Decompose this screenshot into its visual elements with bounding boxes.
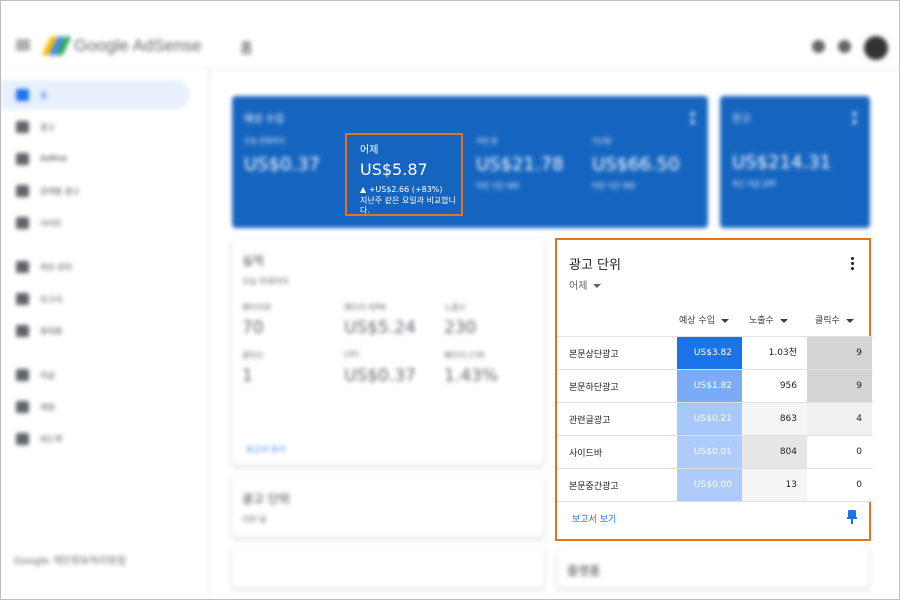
menu-icon[interactable] [16, 40, 30, 50]
table-row[interactable]: 사이드바 US$0.01 804 0 [557, 436, 873, 469]
sort-down-icon [845, 318, 854, 323]
feedback-icon [16, 433, 29, 445]
account-icon [16, 401, 29, 413]
sites-icon [16, 217, 29, 229]
payments-icon [16, 369, 29, 381]
period-dropdown[interactable]: 어제 [569, 277, 602, 292]
reports-icon [16, 293, 29, 305]
more-options-icon[interactable] [691, 112, 694, 124]
sidebar-item-home[interactable]: 홈 [0, 80, 190, 110]
metric-yesterday-highlight: 어제 US$5.87 ▲ +US$2.66 (+83%) 지난주 같은 요일과 … [345, 133, 463, 216]
sidebar-item-ads[interactable]: 광고 [0, 112, 190, 142]
view-report-link[interactable]: 보고서 보기 [572, 512, 616, 525]
sidebar-item-payments[interactable]: 지급 [0, 360, 190, 390]
table-row[interactable]: 관련글광고 US$0.21 863 4 [557, 403, 873, 436]
yesterday-label: 어제 [360, 145, 379, 156]
ad-units-title: 광고 단위 [569, 258, 621, 273]
table-row[interactable]: 본문중간광고 US$0.00 13 0 [557, 469, 873, 502]
sort-down-icon [720, 318, 729, 323]
ad-units-card: 광고 단위 어제 예상 수입 노출수 클릭수 본문상단광고 US$3.82 1.… [555, 238, 873, 541]
column-header-revenue[interactable]: 예상 수입 [679, 313, 729, 326]
ads-icon [16, 121, 29, 133]
search-icon [16, 185, 29, 197]
sidebar-item-blocking[interactable]: 차단 관리 [0, 252, 190, 282]
sidebar: 홈 광고 AdMob 검색용 광고 사이트 차단 관리 보고서 최적화 지급 계… [0, 70, 210, 600]
pin-icon[interactable] [847, 510, 857, 524]
chevron-down-icon [593, 284, 602, 288]
optimization-icon [16, 325, 29, 337]
yesterday-change: ▲ +US$2.66 (+83%) [360, 185, 443, 194]
page-title: 홈 [240, 41, 253, 57]
block-icon [16, 261, 29, 273]
more-options-icon[interactable] [851, 257, 855, 271]
yesterday-compare-note: 지난주 같은 요일과 비교합니다. [360, 196, 456, 215]
avatar[interactable] [864, 36, 888, 60]
more-options-icon[interactable] [853, 112, 856, 124]
column-header-impressions[interactable]: 노출수 [749, 313, 788, 326]
balance-title: 잔고 [732, 114, 751, 125]
sidebar-item-feedback[interactable]: 피드백 [0, 424, 190, 454]
column-header-clicks[interactable]: 클릭수 [815, 313, 854, 326]
brand-name: Google AdSense [74, 36, 202, 55]
adsense-logo-icon [41, 36, 72, 56]
sidebar-item-optimization[interactable]: 최적화 [0, 316, 190, 346]
metric-last-month: 지난달 US$66.50 이전 기간 대비 [592, 137, 680, 190]
help-icon[interactable] [812, 40, 825, 53]
platform-card: 플랫폼 [557, 548, 869, 588]
sidebar-item-admob[interactable]: AdMob [0, 144, 190, 174]
sidebar-item-account[interactable]: 계정 [0, 392, 190, 422]
metric-this-month: 이번 달 US$21.78 이전 기간 대비 [476, 137, 564, 190]
performance-title: 실적 [242, 254, 265, 268]
balance-value: US$214.31 최근 지급 금액 [732, 152, 832, 188]
estimated-earnings-card: 예상 수입 오늘 현재까지 US$0.37 이번 달 US$21.78 이전 기… [232, 96, 708, 228]
sidebar-item-search-ads[interactable]: 검색용 광고 [0, 176, 190, 206]
empty-card [232, 548, 544, 588]
sort-down-icon [779, 318, 788, 323]
earnings-title: 예상 수입 [244, 114, 284, 125]
performance-report-link[interactable]: 보고서 보기 [246, 444, 285, 455]
admob-icon [16, 153, 29, 165]
top-app-bar: Google AdSense 홈 [0, 0, 900, 70]
yesterday-value: US$5.87 [360, 160, 428, 179]
balance-card: 잔고 US$214.31 최근 지급 금액 [720, 96, 870, 228]
performance-card: 실적 오늘 현재까지 페이지뷰 70 페이지 RPM US$5.24 노출수 2… [232, 238, 544, 466]
ad-units-card-secondary: 광고 단위 이번 달 [232, 476, 544, 538]
notifications-icon[interactable] [838, 40, 851, 53]
sidebar-footer[interactable]: Google 개인정보처리방침 [14, 552, 126, 567]
performance-period[interactable]: 오늘 현재까지 [242, 276, 289, 287]
table-row[interactable]: 본문상단광고 US$3.82 1.03천 9 [557, 337, 873, 370]
table-row[interactable]: 본문하단광고 US$1.82 956 9 [557, 370, 873, 403]
sidebar-item-sites[interactable]: 사이트 [0, 208, 190, 238]
metric-today: 오늘 현재까지 US$0.37 [244, 137, 321, 175]
home-icon [16, 89, 29, 101]
sidebar-item-reports[interactable]: 보고서 [0, 284, 190, 314]
